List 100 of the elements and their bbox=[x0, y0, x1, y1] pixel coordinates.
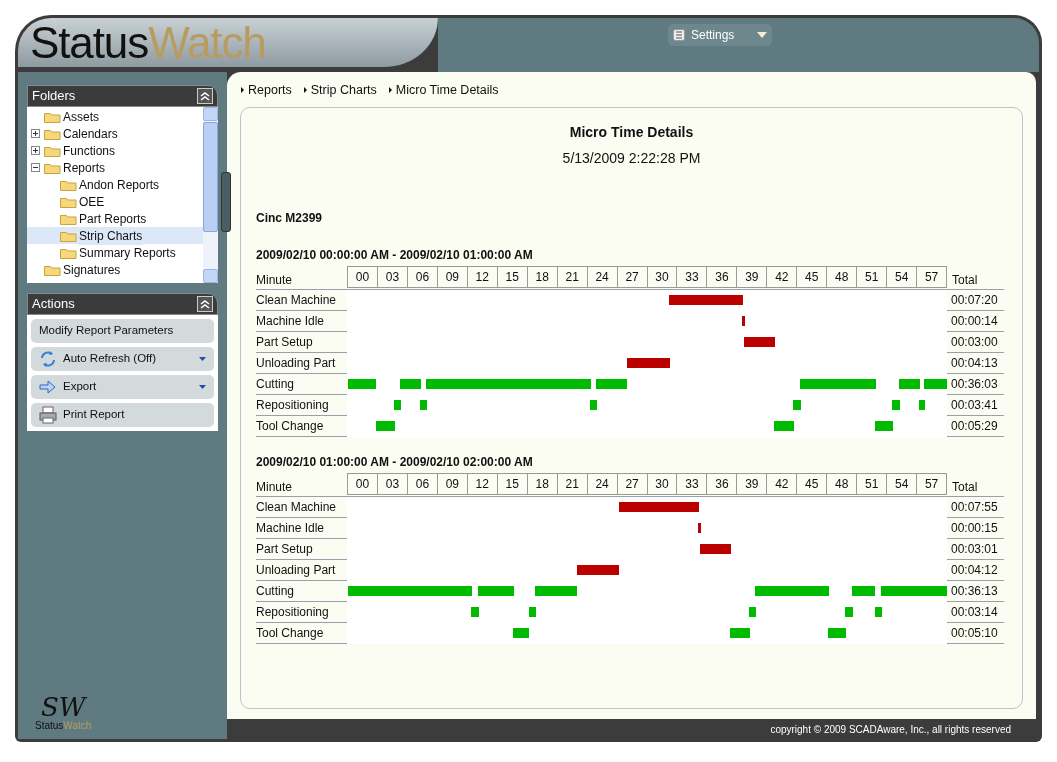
minute-tick: 00 bbox=[354, 476, 371, 493]
triangle-icon bbox=[388, 87, 392, 93]
breadcrumb-link[interactable]: Strip Charts bbox=[310, 80, 377, 100]
minute-tick: 42 bbox=[766, 267, 797, 287]
folder-icon bbox=[44, 127, 61, 140]
minute-tick: 09 bbox=[436, 474, 467, 494]
triangle-icon bbox=[241, 87, 244, 93]
minute-tick: 09 bbox=[436, 267, 467, 287]
minute-tick: 06 bbox=[406, 474, 437, 494]
report-title: Micro Time Details bbox=[568, 123, 695, 142]
minute-tick: 39 bbox=[736, 474, 767, 494]
row-total: 00:03:41 bbox=[950, 397, 998, 414]
minute-tick: 30 bbox=[646, 474, 677, 494]
minute-tick: 57 bbox=[916, 474, 947, 494]
column-header: Minute bbox=[256, 272, 294, 289]
tree-item[interactable]: Reports bbox=[62, 158, 107, 177]
panel-title: Folders bbox=[32, 87, 76, 106]
action-button[interactable]: Export bbox=[31, 375, 214, 399]
folder-icon bbox=[60, 178, 77, 191]
machine-name: Cinc M2399 bbox=[256, 210, 324, 227]
row-label: Tool Change bbox=[256, 625, 325, 642]
app-logo: StatusWatch bbox=[30, 20, 266, 65]
minute-tick: 03 bbox=[376, 267, 407, 287]
minute-tick: 18 bbox=[526, 474, 557, 494]
collapse-icon bbox=[197, 296, 213, 312]
folder-icon bbox=[60, 229, 77, 242]
minute-tick: 03 bbox=[376, 474, 407, 494]
panel-title: Actions bbox=[32, 295, 75, 314]
settings-dropdown[interactable]: Settings bbox=[668, 24, 772, 46]
printer-icon bbox=[39, 406, 57, 424]
tree-item[interactable]: Summary Reports bbox=[78, 243, 177, 262]
minute-tick: 12 bbox=[466, 474, 497, 494]
column-header: Total bbox=[951, 272, 978, 289]
report-timestamp: 5/13/2009 2:22:28 PM bbox=[561, 149, 702, 168]
logo-text: StatusWatch bbox=[35, 721, 92, 731]
folder-icon bbox=[44, 110, 61, 123]
circular-arrows-icon bbox=[39, 350, 57, 368]
minute-tick: 36 bbox=[706, 474, 737, 494]
minute-tick: 27 bbox=[616, 267, 647, 287]
minute-tick: 48 bbox=[826, 474, 857, 494]
period-heading: 2009/02/10 00:00:00 AM - 2009/02/10 01:00:00 AM bbox=[256, 247, 534, 264]
tree-item[interactable]: OEE bbox=[78, 192, 106, 211]
row-total: 00:36:03 bbox=[950, 376, 998, 393]
minute-tick: 21 bbox=[556, 474, 587, 494]
folder-icon bbox=[44, 263, 61, 276]
row-label: Tool Change bbox=[256, 418, 325, 435]
row-total: 00:04:12 bbox=[950, 562, 998, 579]
minute-tick: 48 bbox=[826, 267, 857, 287]
minute-tick: 36 bbox=[706, 267, 737, 287]
panel-splitter-handle[interactable] bbox=[221, 172, 231, 232]
minute-tick: 06 bbox=[406, 267, 437, 287]
minute-tick: 15 bbox=[496, 267, 527, 287]
minute-tick: 39 bbox=[736, 267, 767, 287]
action-button[interactable]: Modify Report Parameters bbox=[31, 319, 214, 343]
row-label: Part Setup bbox=[256, 541, 314, 558]
tree-item[interactable]: Calendars bbox=[62, 124, 119, 143]
tree-item[interactable]: Signatures bbox=[62, 260, 122, 279]
copyright-text: copyright © 2009 SCADAware, Inc., all rights reserved bbox=[770, 722, 1011, 737]
row-total: 00:00:14 bbox=[950, 313, 998, 330]
period-heading: 2009/02/10 01:00:00 AM - 2009/02/10 02:00:00 AM bbox=[256, 454, 534, 471]
row-total: 00:05:29 bbox=[950, 418, 998, 435]
minute-tick: 45 bbox=[796, 474, 827, 494]
row-label: Repositioning bbox=[256, 604, 330, 621]
minute-tick: 42 bbox=[766, 474, 797, 494]
row-total: 00:05:10 bbox=[950, 625, 998, 642]
minute-tick: 51 bbox=[856, 267, 887, 287]
caret-icon bbox=[757, 32, 767, 38]
minute-tick: 45 bbox=[796, 267, 827, 287]
minute-tick: 00 bbox=[354, 269, 371, 286]
tree-item[interactable]: Andon Reports bbox=[78, 175, 161, 194]
arrow-icon bbox=[39, 378, 57, 396]
triangle-icon bbox=[303, 87, 307, 93]
row-label: Cutting bbox=[256, 583, 296, 600]
minute-tick: 18 bbox=[526, 267, 557, 287]
minute-tick: 24 bbox=[586, 267, 617, 287]
tree-item[interactable]: Part Reports bbox=[78, 209, 148, 228]
row-total: 00:07:20 bbox=[950, 292, 998, 309]
scrollbar[interactable] bbox=[203, 107, 218, 283]
row-total: 00:03:00 bbox=[950, 334, 998, 351]
breadcrumb-link[interactable]: Reports bbox=[248, 80, 292, 100]
tree-item[interactable]: Assets bbox=[62, 107, 100, 126]
row-total: 00:03:14 bbox=[950, 604, 998, 621]
minute-tick: 51 bbox=[856, 474, 887, 494]
list-icon bbox=[673, 29, 685, 41]
minute-tick: 57 bbox=[916, 267, 947, 287]
folder-icon bbox=[44, 144, 61, 157]
row-total: 00:00:15 bbox=[950, 520, 998, 537]
row-label: Part Setup bbox=[256, 334, 314, 351]
breadcrumb-link[interactable]: Micro Time Details bbox=[395, 80, 499, 100]
row-label: Clean Machine bbox=[256, 499, 338, 516]
action-button[interactable]: Auto Refresh (Off) bbox=[31, 347, 214, 371]
action-button[interactable]: Print Report bbox=[31, 403, 214, 427]
folder-icon bbox=[60, 212, 77, 225]
minute-tick: 24 bbox=[586, 474, 617, 494]
folder-icon bbox=[60, 195, 77, 208]
tree-item[interactable]: Functions bbox=[62, 141, 117, 160]
collapse-icon bbox=[197, 88, 213, 104]
row-label: Machine Idle bbox=[256, 520, 326, 537]
minute-tick: 27 bbox=[616, 474, 647, 494]
row-label: Repositioning bbox=[256, 397, 330, 414]
